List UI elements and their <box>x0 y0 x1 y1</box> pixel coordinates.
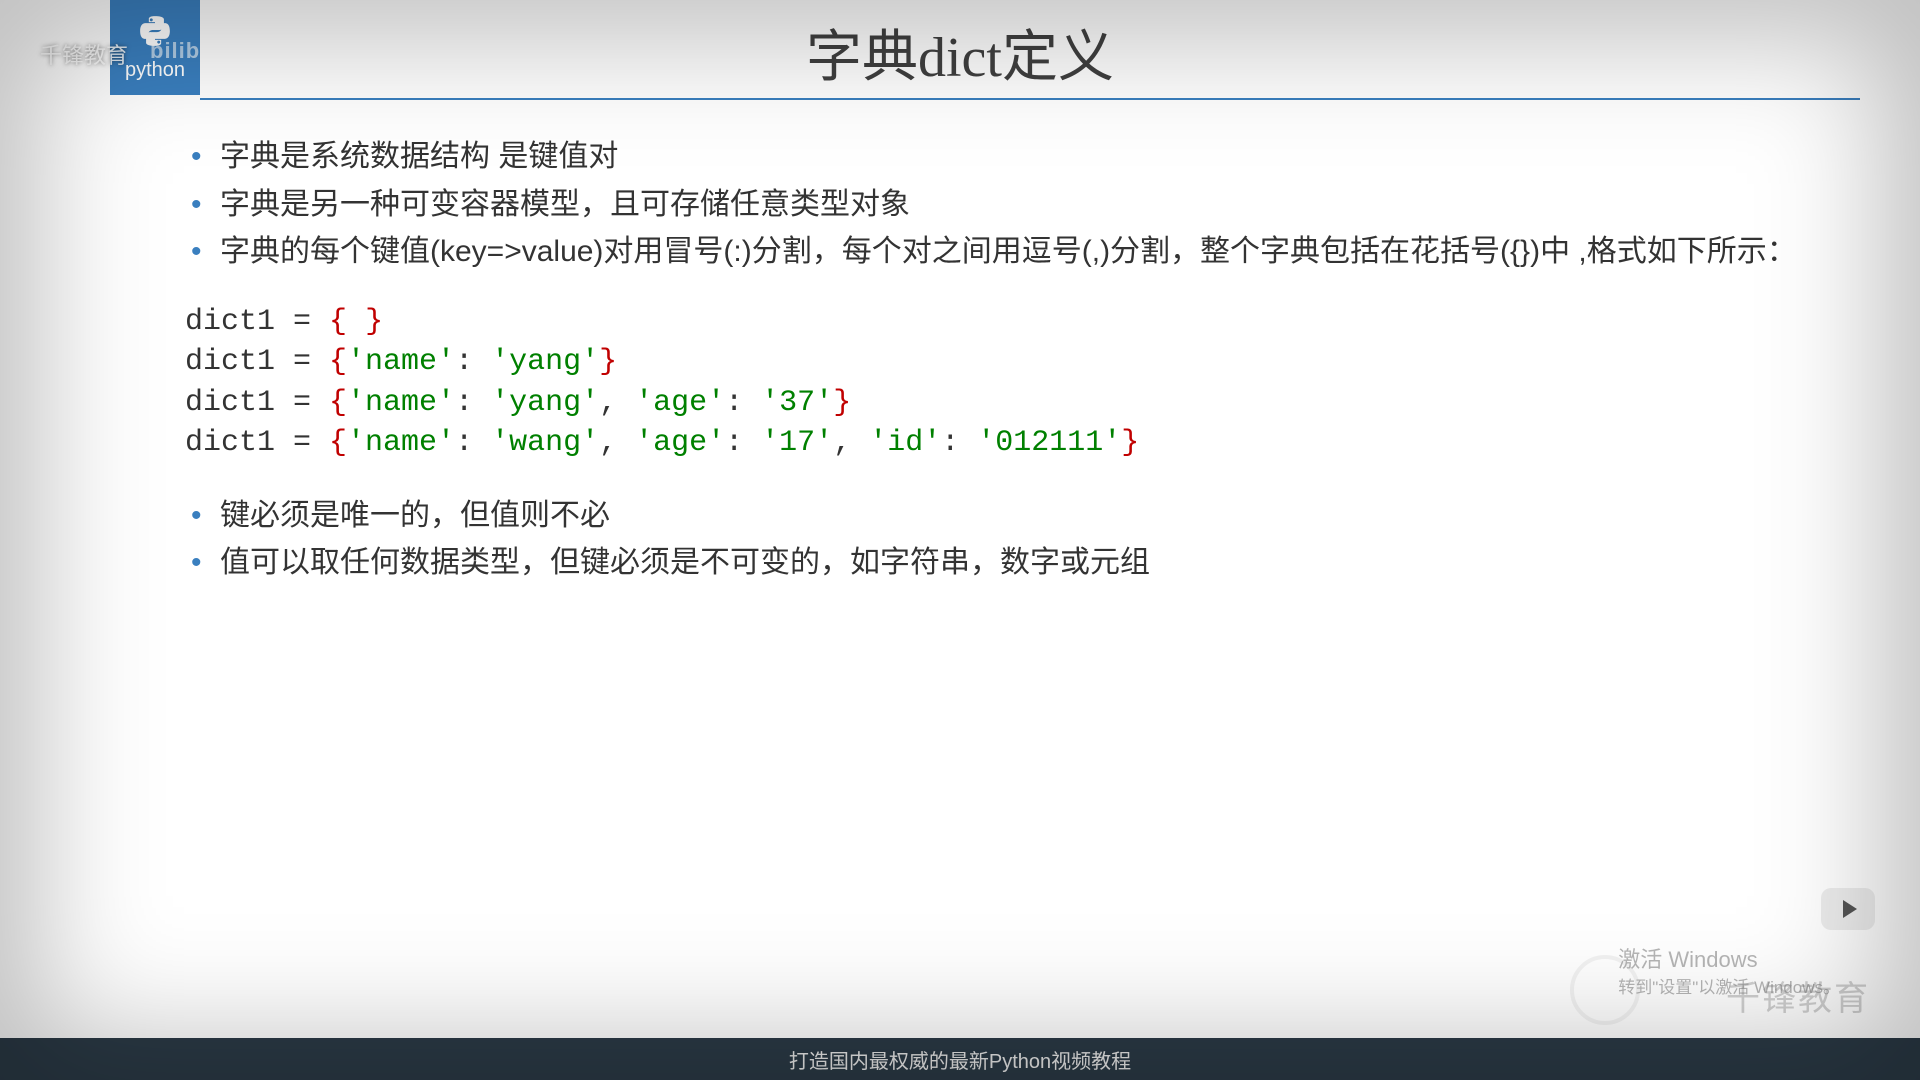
slide-content: 字典是系统数据结构 是键值对 字典是另一种可变容器模型，且可存储任意类型对象 字… <box>185 135 1820 589</box>
code-line: dict1 = {'name': 'yang'} <box>185 342 1820 383</box>
list-item: 字典是系统数据结构 是键值对 <box>185 135 1820 179</box>
bullet-list-top: 字典是系统数据结构 是键值对 字典是另一种可变容器模型，且可存储任意类型对象 字… <box>185 135 1820 274</box>
bullet-list-bottom: 键必须是唯一的，但值则不必 值可以取任何数据类型，但键必须是不可变的，如字符串，… <box>185 494 1820 585</box>
list-item: 字典的每个键值(key=>value)对用冒号(:)分割，每个对之间用逗号(,)… <box>185 230 1820 274</box>
title-underline <box>200 98 1860 100</box>
code-line: dict1 = {'name': 'wang', 'age': '17', 'i… <box>185 423 1820 464</box>
slide-title: 字典dict定义 <box>0 12 1920 93</box>
footer-bar: 打造国内最权威的最新Python视频教程 <box>0 1038 1920 1080</box>
footer-text: 打造国内最权威的最新Python视频教程 <box>789 1045 1131 1074</box>
list-item: 值可以取任何数据类型，但键必须是不可变的，如字符串，数字或元组 <box>185 541 1820 585</box>
list-item: 字典是另一种可变容器模型，且可存储任意类型对象 <box>185 183 1820 227</box>
slide: python 千锋教育 bilibili 字典dict定义 字典是系统数据结构 … <box>0 0 1920 1080</box>
brand-watermark-bottom-right: 千锋教育 <box>1726 971 1870 1020</box>
code-block: dict1 = { } dict1 = {'name': 'yang'} dic… <box>185 302 1820 464</box>
play-icon[interactable] <box>1821 888 1875 930</box>
code-line: dict1 = { } <box>185 302 1820 343</box>
list-item: 键必须是唯一的，但值则不必 <box>185 494 1820 538</box>
code-line: dict1 = {'name': 'yang', 'age': '37'} <box>185 383 1820 424</box>
swirl-icon <box>1570 955 1640 1025</box>
